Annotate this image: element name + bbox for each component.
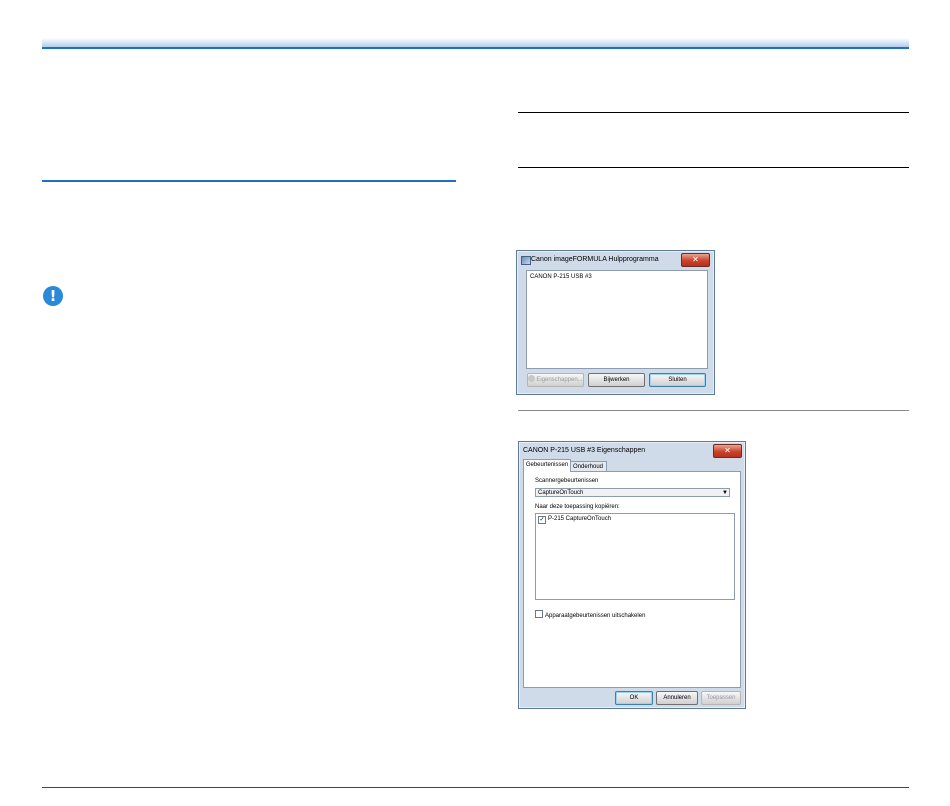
disable-events-row[interactable]: Apparaatgebeurtenissen uitschakelen — [535, 610, 645, 619]
exclamation-glyph: ! — [49, 286, 57, 305]
application-list-item[interactable]: ✓ P-215 CaptureOnTouch — [538, 516, 611, 524]
device-list-item[interactable]: CANON P-215 USB #3 — [530, 274, 592, 280]
device-list[interactable]: CANON P-215 USB #3 — [526, 270, 708, 369]
checkbox-icon[interactable] — [535, 610, 543, 618]
properties-dialog: CANON P-215 USB #3 Eigenschappen ✕ Gebeu… — [518, 441, 746, 709]
application-label: P-215 CaptureOnTouch — [548, 516, 612, 522]
events-tab-panel: Scannergebeurtenissen CaptureOnTouch ▼ N… — [523, 471, 741, 688]
properties-dialog-title: CANON P-215 USB #3 Eigenschappen — [523, 447, 646, 454]
application-list[interactable]: ✓ P-215 CaptureOnTouch — [535, 513, 735, 600]
close-button[interactable]: Sluiten — [649, 373, 706, 387]
edit-button[interactable]: Bijwerken — [588, 373, 645, 387]
close-icon[interactable]: ✕ — [713, 444, 742, 458]
properties-button[interactable]: Eigenschappen... — [527, 373, 584, 387]
section-rule-left — [42, 180, 456, 182]
properties-icon — [528, 375, 536, 382]
properties-button-label: Eigenschappen... — [536, 377, 583, 383]
disable-events-label: Apparaatgebeurtenissen uitschakelen — [545, 613, 646, 619]
section-rule-right-bottom — [518, 167, 909, 168]
section-rule-right-middle — [518, 410, 909, 411]
tab-events[interactable]: Gebeurtenissen — [523, 459, 571, 472]
utility-dialog: Canon imageFORMULA Hulpprogramma ✕ CANON… — [516, 250, 715, 395]
checkbox-checked-icon[interactable]: ✓ — [538, 516, 546, 524]
chevron-down-icon: ▼ — [722, 490, 728, 496]
page-header-bar — [42, 38, 909, 49]
scanner-events-label: Scannergebeurtenissen — [535, 478, 599, 484]
ok-button[interactable]: OK — [615, 691, 653, 705]
copy-to-label: Naar deze toepassing kopiëren: — [535, 504, 620, 510]
important-icon: ! — [43, 286, 63, 306]
scanner-events-value: CaptureOnTouch — [538, 490, 584, 496]
scanner-events-select[interactable]: CaptureOnTouch ▼ — [535, 488, 730, 497]
apply-button[interactable]: Toepassen — [701, 691, 741, 705]
close-icon[interactable]: ✕ — [681, 253, 710, 267]
page-footer-rule — [42, 787, 909, 788]
cancel-button[interactable]: Annuleren — [656, 691, 698, 705]
section-rule-right-top — [518, 112, 909, 113]
